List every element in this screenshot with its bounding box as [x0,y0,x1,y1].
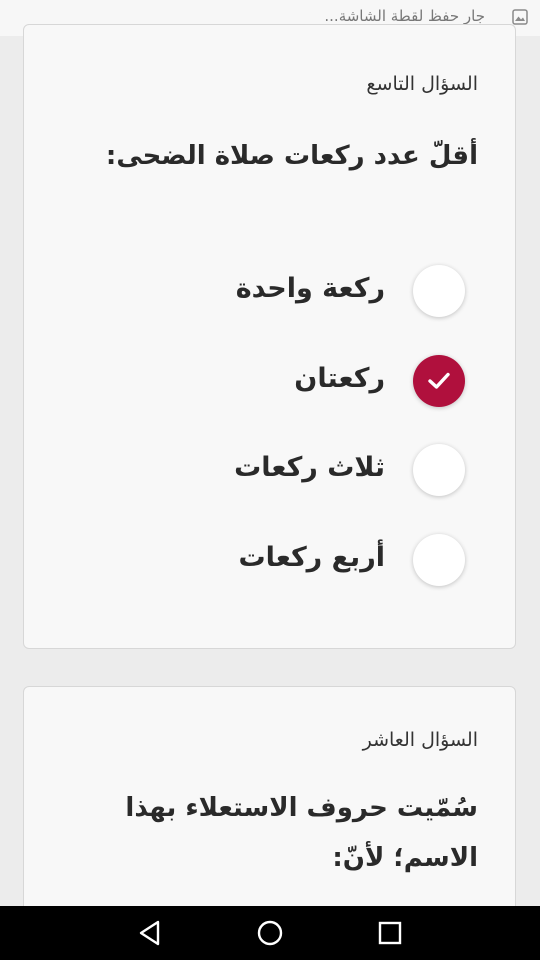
option-two-rakahs[interactable]: ركعتان [65,355,465,411]
question-label: السؤال التاسع [366,73,478,95]
option-label: ركعتان [294,363,385,394]
image-icon [512,9,528,25]
option-one-rakah[interactable]: ركعة واحدة [65,265,465,321]
option-three-rakahs[interactable]: ثلاث ركعات [65,444,465,500]
status-text: جارٍ حفظ لقطة الشاشة... [324,7,485,25]
option-label: ثلاث ركعات [234,452,385,483]
home-icon[interactable] [256,919,284,947]
radio-button[interactable] [413,444,465,496]
radio-button[interactable] [413,265,465,317]
question-text: أقلّ عدد ركعات صلاة الضحى: [105,141,478,171]
radio-button[interactable] [413,534,465,586]
option-label: أربع ركعات [238,542,385,573]
checkmark-icon [428,372,450,389]
recents-icon[interactable] [376,919,404,947]
question-text-line: الاسم؛ لأنّ: [332,843,478,873]
back-icon[interactable] [136,919,164,947]
question-text-line: سُمّيت حروف الاستعلاء بهذا [125,793,478,823]
navigation-bar [0,906,540,960]
option-four-rakahs[interactable]: أربع ركعات [65,534,465,590]
question-text: سُمّيت حروف الاستعلاء بهذا الاسم؛ لأنّ: [58,783,478,883]
question-label: السؤال العاشر [362,729,478,751]
question-card-9: السؤال التاسع أقلّ عدد ركعات صلاة الضحى:… [23,24,516,649]
option-label: ركعة واحدة [235,273,385,304]
radio-button-selected[interactable] [413,355,465,407]
